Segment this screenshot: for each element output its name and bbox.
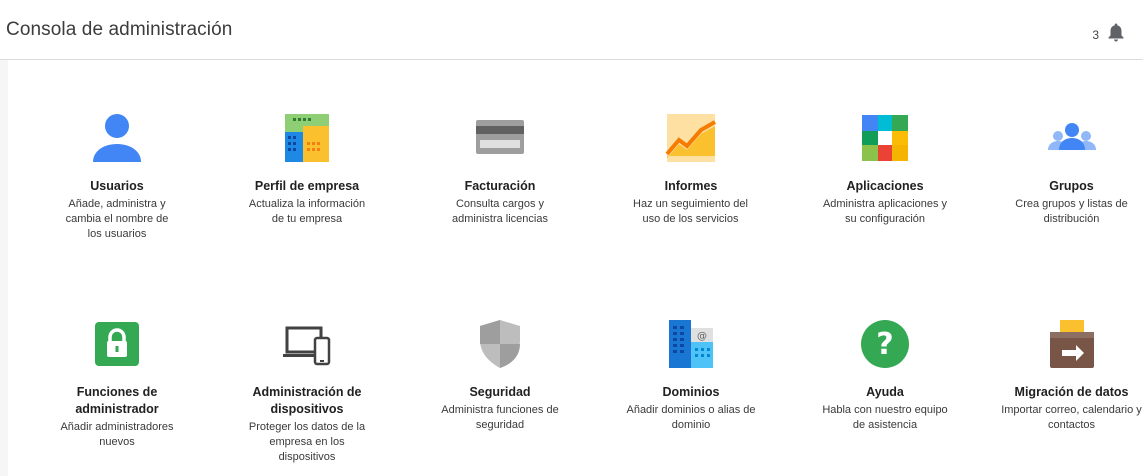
- tile-label: Aplicaciones: [846, 179, 924, 193]
- tile-ayuda[interactable]: ? Ayuda Habla con nuestro equipo de asis…: [805, 318, 965, 433]
- company-profile-icon: [281, 112, 333, 164]
- groups-icon: [1046, 112, 1098, 164]
- apps-grid-icon: [859, 112, 911, 164]
- tile-description: Proteger los datos de la empresa en los …: [248, 421, 366, 463]
- tile-description: Haz un seguimiento del uso de los servic…: [633, 198, 748, 225]
- tile-label: Ayuda: [866, 385, 904, 399]
- tile-description: Actualiza la información de tu empresa: [248, 198, 366, 225]
- tile-label: Administración de dispositivos: [252, 385, 362, 416]
- tile-seguridad[interactable]: Seguridad Administra funciones de seguri…: [420, 318, 580, 433]
- tile-label: Informes: [664, 179, 718, 193]
- tile-description: Añade, administra y cambia el nombre de …: [65, 198, 169, 240]
- tile-aplicaciones[interactable]: Aplicaciones Administra aplicaciones y s…: [805, 112, 965, 227]
- tile-description: Consulta cargos y administra licencias: [452, 198, 548, 225]
- tile-description: Añadir dominios o alias de dominio: [626, 404, 756, 431]
- data-migration-icon: [1046, 318, 1098, 370]
- tile-label: Migración de datos: [1014, 385, 1129, 399]
- help-icon: ?: [859, 318, 911, 370]
- tile-dominios[interactable]: @ Dominios Añadir dominios o alias de do…: [611, 318, 771, 433]
- tile-label: Dominios: [662, 385, 720, 399]
- tile-description: Importar correo, calendario y contactos: [1001, 404, 1142, 431]
- tile-description: Administra funciones de seguridad: [441, 404, 559, 431]
- devices-icon: [281, 318, 333, 370]
- tile-label: Perfil de empresa: [254, 179, 360, 193]
- domains-icon: @: [665, 318, 717, 370]
- tile-description: Habla con nuestro equipo de asistencia: [822, 404, 948, 431]
- tile-label: Facturación: [464, 179, 536, 193]
- tile-usuarios[interactable]: Usuarios Añade, administra y cambia el n…: [37, 112, 197, 242]
- tile-administracion-dispositivos[interactable]: Administración de dispositivos Proteger …: [227, 318, 387, 465]
- admin-tiles-grid: Usuarios Añade, administra y cambia el n…: [0, 0, 1143, 476]
- svg-text:@: @: [697, 331, 707, 342]
- tile-informes[interactable]: Informes Haz un seguimiento del uso de l…: [611, 112, 771, 227]
- users-icon: [91, 112, 143, 164]
- tile-label: Grupos: [1049, 179, 1094, 193]
- tile-label: Usuarios: [90, 179, 144, 193]
- tile-label: Seguridad: [469, 385, 531, 399]
- tile-label: Funciones de administrador: [75, 385, 159, 416]
- security-shield-icon: [474, 318, 526, 370]
- svg-text:?: ?: [876, 327, 893, 362]
- admin-lock-icon: [91, 318, 143, 370]
- tile-grupos[interactable]: Grupos Crea grupos y listas de distribuc…: [1000, 112, 1143, 227]
- billing-card-icon: [474, 112, 526, 164]
- tile-facturacion[interactable]: Facturación Consulta cargos y administra…: [420, 112, 580, 227]
- tile-description: Crea grupos y listas de distribución: [1015, 198, 1128, 225]
- tile-description: Administra aplicaciones y su configuraci…: [822, 198, 948, 225]
- tile-description: Añadir administradores nuevos: [60, 421, 174, 448]
- tile-migracion-datos[interactable]: Migración de datos Importar correo, cale…: [1000, 318, 1143, 433]
- tile-perfil-empresa[interactable]: Perfil de empresa Actualiza la informaci…: [227, 112, 387, 227]
- tile-funciones-administrador[interactable]: Funciones de administrador Añadir admini…: [37, 318, 197, 450]
- reports-chart-icon: [665, 112, 717, 164]
